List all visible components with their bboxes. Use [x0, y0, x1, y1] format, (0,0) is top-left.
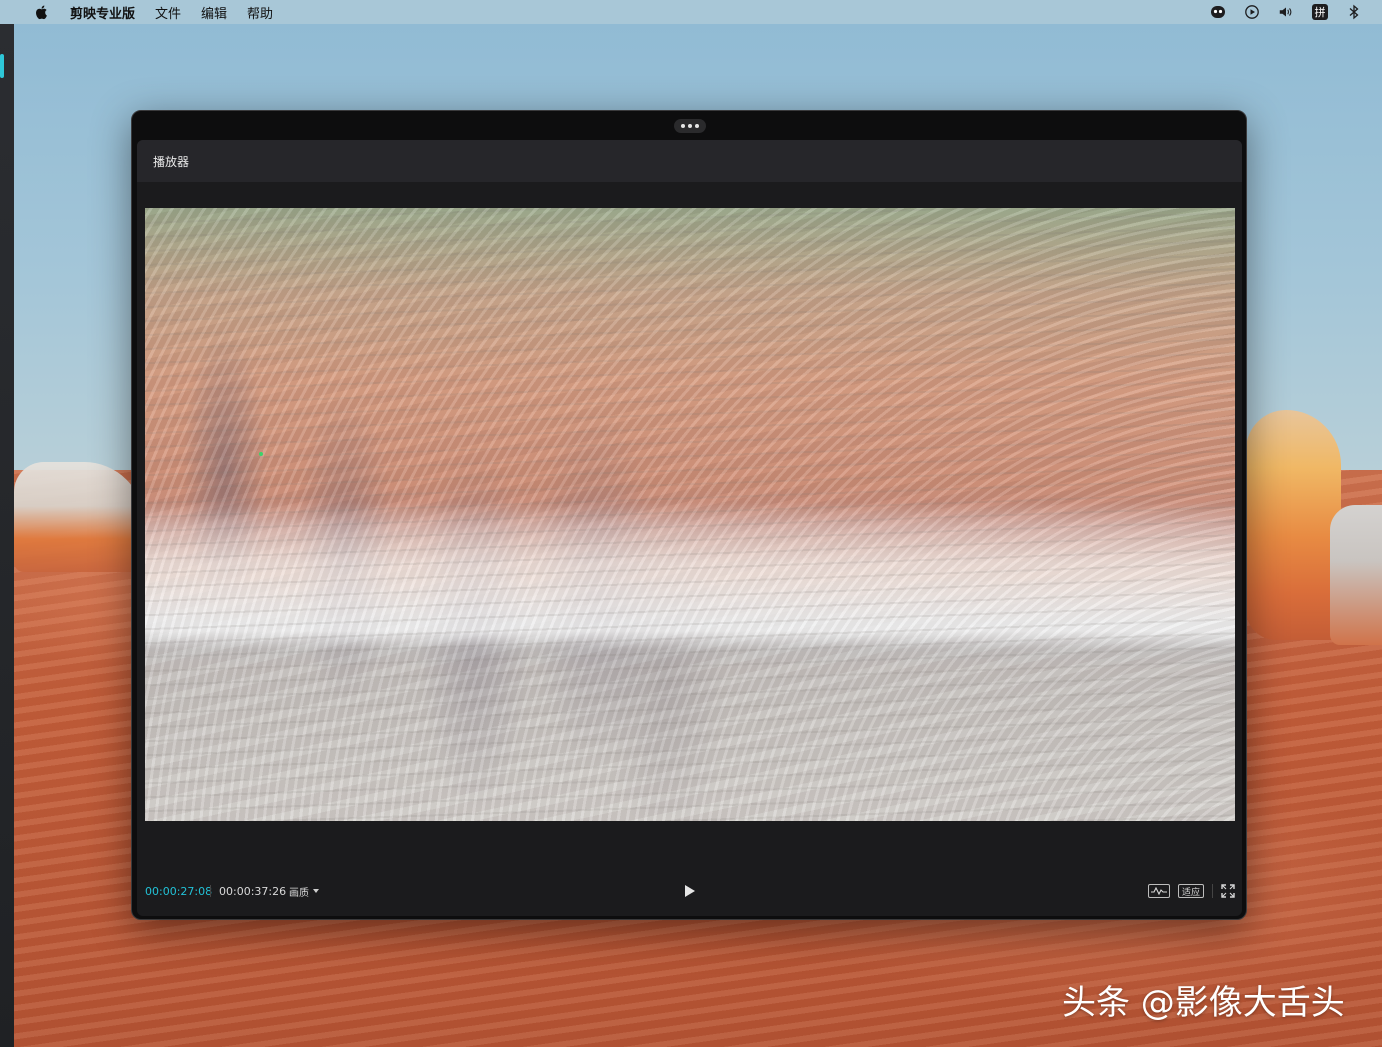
waveform-button[interactable] — [1148, 884, 1170, 898]
wallpaper-rock-far-right — [1330, 505, 1382, 645]
background-app-accent — [0, 54, 4, 78]
more-dot — [688, 124, 692, 128]
background-app-edge — [0, 24, 14, 1047]
current-timecode: 00:00:27:08 — [145, 884, 213, 898]
fullscreen-icon — [1221, 884, 1235, 898]
wallpaper-rock-left — [14, 462, 144, 572]
menu-bar-status-area: 拼 — [1210, 0, 1362, 24]
input-method-icon[interactable]: 拼 — [1312, 4, 1328, 20]
player-right-controls: 适应 — [1148, 884, 1235, 898]
apple-icon[interactable] — [34, 4, 50, 20]
total-timecode: 00:00:37:26 — [219, 884, 287, 898]
menu-file[interactable]: 文件 — [155, 3, 181, 22]
panel-header: 播放器 — [137, 140, 1242, 182]
controls-divider — [1212, 884, 1213, 898]
menu-edit[interactable]: 编辑 — [201, 3, 227, 22]
video-preview[interactable] — [145, 208, 1235, 821]
fit-ratio-button[interactable]: 适应 — [1178, 884, 1204, 898]
play-button[interactable] — [683, 884, 697, 898]
menu-bar: 剪映专业版 文件 编辑 帮助 拼 — [0, 0, 1382, 24]
quality-dropdown[interactable]: 画质 — [289, 884, 319, 899]
timecode-divider — [210, 885, 211, 897]
wallpaper-rock-right — [1246, 410, 1341, 640]
more-dot — [681, 124, 685, 128]
bluetooth-icon[interactable] — [1346, 4, 1362, 20]
play-circle-icon[interactable] — [1244, 4, 1260, 20]
window-more-handle[interactable] — [674, 119, 706, 133]
chevron-down-icon — [313, 889, 319, 893]
menu-app-name[interactable]: 剪映专业版 — [70, 3, 135, 22]
quality-label: 画质 — [289, 887, 309, 899]
status-face-icon[interactable] — [1210, 4, 1226, 20]
waveform-icon — [1151, 886, 1167, 896]
play-icon — [685, 885, 695, 897]
player-controls: 00:00:27:08 00:00:37:26 画质 适应 — [137, 876, 1242, 906]
video-marker-dot — [259, 452, 263, 456]
player-window: 播放器 00:00:27:08 00:00:37:26 画质 适应 — [131, 110, 1247, 920]
fullscreen-button[interactable] — [1221, 884, 1235, 898]
player-panel: 播放器 00:00:27:08 00:00:37:26 画质 适应 — [137, 140, 1242, 916]
volume-icon[interactable] — [1278, 4, 1294, 20]
menu-help[interactable]: 帮助 — [247, 3, 273, 22]
more-dot — [695, 124, 699, 128]
panel-title: 播放器 — [153, 154, 190, 169]
watermark: 头条 @影像大舌头 — [1062, 983, 1345, 1023]
video-tire-tracks — [145, 208, 1235, 821]
